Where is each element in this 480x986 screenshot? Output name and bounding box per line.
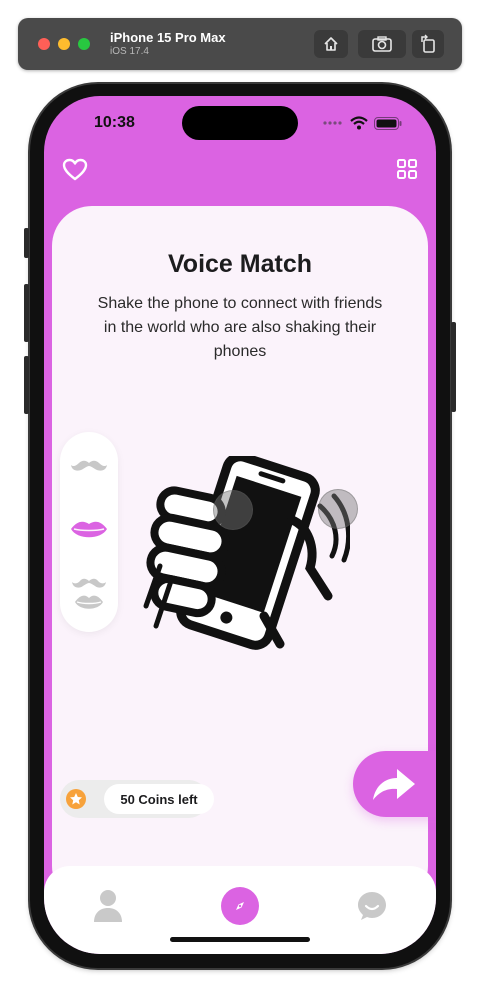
lips-icon xyxy=(71,521,107,538)
emoji-option-lips[interactable] xyxy=(68,510,110,550)
os-version: iOS 17.4 xyxy=(110,46,149,57)
tab-discover[interactable] xyxy=(220,886,260,926)
mustache-lips-icon xyxy=(72,578,106,609)
profile-icon xyxy=(94,890,122,922)
volume-up-button xyxy=(24,284,29,342)
camera-icon xyxy=(372,36,392,52)
chat-icon xyxy=(358,892,386,920)
status-icons xyxy=(322,116,402,130)
star-icon xyxy=(70,793,82,805)
battery-icon xyxy=(374,116,402,130)
signal-icon xyxy=(323,121,342,125)
tab-active-indicator xyxy=(221,887,259,925)
touch-indicator xyxy=(213,490,253,530)
mustache-icon xyxy=(71,460,107,471)
compass-icon xyxy=(236,902,244,910)
coin-icon xyxy=(66,789,86,809)
emoji-option-mustache-lips[interactable] xyxy=(68,570,110,618)
tab-profile[interactable] xyxy=(88,886,128,926)
menu-grid-button[interactable] xyxy=(396,158,418,185)
action-button xyxy=(24,228,29,258)
screenshot-button[interactable] xyxy=(358,30,406,58)
emoji-selector xyxy=(60,432,118,632)
app-screen: 10:38 Voice Match Shake the phone to con… xyxy=(44,96,436,954)
tab-chat[interactable] xyxy=(352,886,392,926)
status-time: 10:38 xyxy=(94,114,135,131)
heart-icon xyxy=(62,158,88,181)
share-button[interactable] xyxy=(353,751,436,817)
device-name: iPhone 15 Pro Max xyxy=(110,30,226,45)
wifi-icon xyxy=(350,116,368,130)
home-button[interactable] xyxy=(314,30,348,58)
home-indicator[interactable] xyxy=(170,937,310,942)
close-window-button[interactable] xyxy=(38,38,50,50)
coins-label: 50 Coins left xyxy=(104,784,214,814)
page-description: Shake the phone to connect with friends … xyxy=(97,295,383,360)
coins-balance[interactable]: 50 Coins left xyxy=(60,780,214,818)
share-arrow-icon xyxy=(373,769,415,800)
grid-icon xyxy=(397,159,417,179)
volume-down-button xyxy=(24,356,29,414)
favorites-button[interactable] xyxy=(62,158,88,187)
simulator-toolbar: iPhone 15 Pro Max iOS 17.4 xyxy=(18,18,462,70)
rotate-icon xyxy=(421,34,435,53)
power-button xyxy=(451,322,456,412)
emoji-option-mustache[interactable] xyxy=(68,446,110,486)
touch-indicator xyxy=(318,489,358,529)
minimize-window-button[interactable] xyxy=(58,38,70,50)
home-icon xyxy=(324,37,338,51)
page-title: Voice Match xyxy=(167,250,313,278)
zoom-window-button[interactable] xyxy=(78,38,90,50)
rotate-button[interactable] xyxy=(412,30,444,58)
dynamic-island xyxy=(182,106,298,140)
shake-phone-illustration xyxy=(143,456,350,650)
